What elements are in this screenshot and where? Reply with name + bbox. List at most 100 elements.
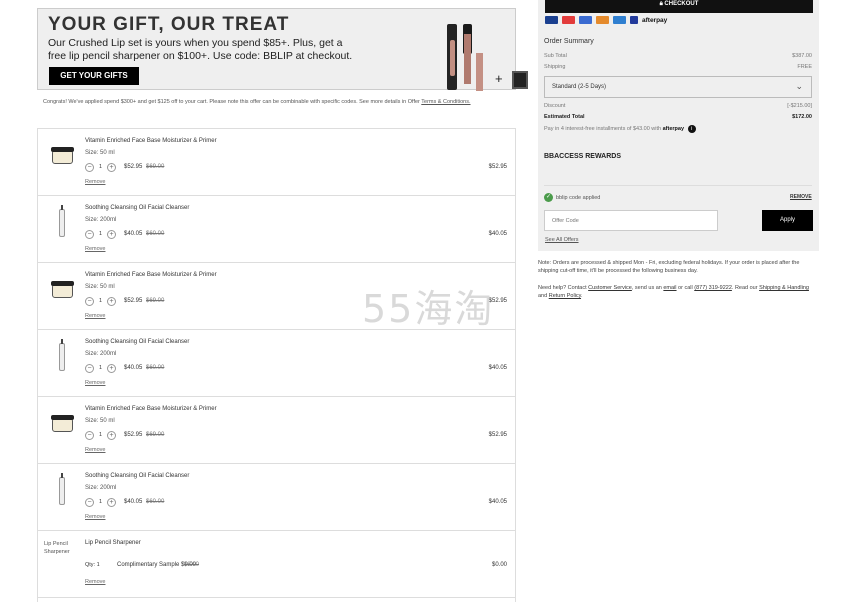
promo-text-line-1: Our Crushed Lip set is yours when you sp… <box>48 37 343 49</box>
product-size: Size: 200ml <box>85 485 117 491</box>
product-size: Size: 50 ml <box>85 418 115 424</box>
qty-increase-button[interactable]: + <box>107 297 116 306</box>
see-all-offers-link[interactable]: See All Offers <box>545 237 579 243</box>
qty-increase-button[interactable]: + <box>107 230 116 239</box>
product-thumbnail[interactable] <box>51 280 74 302</box>
original-price: $60.00 <box>146 365 165 371</box>
watermark: 55海淘 <box>362 287 495 331</box>
shipping-value: FREE <box>797 64 812 70</box>
product-size: Size: 200ml <box>85 217 117 223</box>
offer-code-input[interactable] <box>544 210 718 231</box>
qty-value: 1 <box>99 298 103 304</box>
customer-service-link[interactable]: Customer Service <box>588 285 632 291</box>
line-total: $52.95 <box>488 164 507 170</box>
qty-increase-button[interactable]: + <box>107 364 116 373</box>
product-size: Size: 200ml <box>85 351 117 357</box>
subtotal-row: Sub Total $387.00 <box>544 53 812 59</box>
qty-increase-button[interactable]: + <box>107 498 116 507</box>
product-name[interactable]: Soothing Cleansing Oil Facial Cleanser <box>85 339 189 345</box>
paypal-icon <box>630 16 638 24</box>
qty-value: 1 <box>99 231 103 237</box>
qty-increase-button[interactable]: + <box>107 431 116 440</box>
sale-price: $40.05 <box>124 231 143 237</box>
bbaccess-rewards-heading[interactable]: BBACCESS REWARDS <box>544 153 621 160</box>
sale-price: $52.95 <box>124 298 143 304</box>
remove-link[interactable]: Remove <box>85 579 105 585</box>
checkout-button[interactable]: 🔒︎ CHECKOUT <box>545 0 813 13</box>
afterpay-logo: afterpay <box>642 16 668 24</box>
congrats-message: Congrats! We've applied spend $300+ and … <box>43 99 513 107</box>
estimated-total-label: Estimated Total <box>544 114 585 120</box>
product-thumbnail[interactable] <box>51 414 74 436</box>
subtotal-value: $387.00 <box>792 53 812 59</box>
remove-link[interactable]: Remove <box>85 313 105 319</box>
congrats-text: Congrats! We've applied spend $300+ and … <box>43 99 422 105</box>
promo-code-applied: ✓ bblip code applied <box>544 193 600 202</box>
product-size: Size: 50 ml <box>85 150 115 156</box>
payment-methods: afterpay <box>545 16 667 24</box>
help-text-3: . Read our <box>731 285 760 291</box>
remove-link[interactable]: Remove <box>85 447 105 453</box>
qty-value: 1 <box>99 499 103 505</box>
qty-decrease-button[interactable]: − <box>85 230 94 239</box>
afterpay-installments: Pay in 4 interest-free installments of $… <box>544 125 696 133</box>
phone-link[interactable]: (877) 319-9222 <box>694 285 732 291</box>
product-thumbnail[interactable] <box>51 339 73 371</box>
cart-item: Soothing Cleansing Oil Facial Cleanser S… <box>38 464 515 531</box>
remove-code-link[interactable]: REMOVE <box>790 194 812 200</box>
help-text-end: . <box>581 293 583 299</box>
qty-decrease-button[interactable]: − <box>85 431 94 440</box>
remove-link[interactable]: Remove <box>85 246 105 252</box>
shipping-handling-link[interactable]: Shipping & Handling <box>759 285 809 291</box>
get-your-gifts-button[interactable]: GET YOUR GIFTS <box>49 67 139 85</box>
discount-row: Discount [-$215.00] <box>544 103 812 109</box>
qty-decrease-button[interactable]: − <box>85 364 94 373</box>
maestro-icon <box>579 16 592 24</box>
remove-link[interactable]: Remove <box>85 179 105 185</box>
discover-icon <box>596 16 609 24</box>
help-text: Need help? Contact Customer Service, sen… <box>538 284 818 300</box>
email-link[interactable]: email <box>663 285 676 291</box>
qty-increase-button[interactable]: + <box>107 163 116 172</box>
remove-link[interactable]: Remove <box>85 514 105 520</box>
terms-link[interactable]: Terms & Conditions. <box>421 99 470 105</box>
qty-decrease-button[interactable]: − <box>85 163 94 172</box>
sale-price: $40.05 <box>124 499 143 505</box>
subtotal-label: Sub Total <box>544 53 567 59</box>
apply-button[interactable]: Apply <box>762 210 813 231</box>
product-name[interactable]: Vitamin Enriched Face Base Moisturizer &… <box>85 138 217 144</box>
product-name[interactable]: Soothing Cleansing Oil Facial Cleanser <box>85 473 189 479</box>
product-name[interactable]: Soothing Cleansing Oil Facial Cleanser <box>85 205 189 211</box>
product-name[interactable]: Vitamin Enriched Face Base Moisturizer &… <box>85 272 217 278</box>
product-thumbnail[interactable] <box>51 205 73 237</box>
info-icon[interactable]: i <box>687 125 696 133</box>
cart-item: Vitamin Enriched Face Base Moisturizer &… <box>38 397 515 464</box>
estimated-total-value: $172.00 <box>792 114 812 120</box>
help-text-4: and <box>538 293 549 299</box>
remove-link[interactable]: Remove <box>85 380 105 386</box>
shipping-note: Note: Orders are processed & shipped Mon… <box>538 260 800 274</box>
product-name[interactable]: Lip Pencil Sharpener <box>85 540 141 546</box>
qty-decrease-button[interactable]: − <box>85 297 94 306</box>
product-thumbnail[interactable] <box>51 146 74 168</box>
checkout-label: CHECKOUT <box>664 1 699 7</box>
promo-headline: YOUR GIFT, OUR TREAT <box>48 14 290 35</box>
plus-icon: + <box>495 71 503 86</box>
visa-icon <box>545 16 558 24</box>
return-policy-link[interactable]: Return Policy <box>549 293 581 299</box>
sale-price: $52.95 <box>124 432 143 438</box>
sharpener-image <box>512 71 528 89</box>
product-name[interactable]: Vitamin Enriched Face Base Moisturizer &… <box>85 406 217 412</box>
lip-pencil-image <box>476 53 483 91</box>
qty-decrease-button[interactable]: − <box>85 498 94 507</box>
shipping-method-value: Standard (2-5 Days) <box>552 84 607 90</box>
amex-icon <box>613 16 626 24</box>
code-applied-text: bblip code applied <box>556 194 601 201</box>
product-thumbnail[interactable] <box>51 473 73 505</box>
shipping-method-select[interactable]: Standard (2-5 Days) ⌄ <box>544 76 812 98</box>
sale-price: $52.95 <box>124 164 143 170</box>
cart-item: Soothing Cleansing Oil Facial Cleanser S… <box>38 196 515 263</box>
help-prefix: Need help? Contact <box>538 285 589 291</box>
line-total: $40.05 <box>488 499 507 505</box>
cart-item-sharpener: Lip Pencil Sharpener Lip Pencil Sharpene… <box>38 531 515 598</box>
